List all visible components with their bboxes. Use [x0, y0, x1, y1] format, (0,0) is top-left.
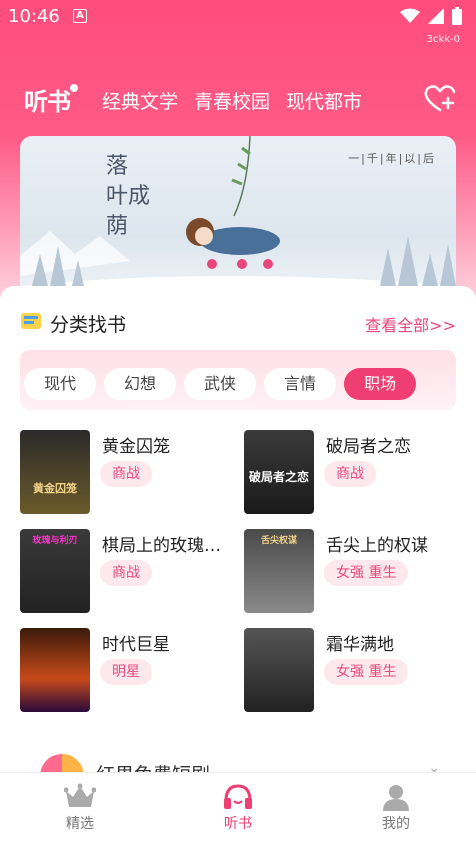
headphones-icon: [224, 784, 252, 809]
book-cover: 舌尖权谋: [244, 529, 314, 613]
book-item[interactable]: 舌尖权谋 舌尖上的权谋 女强 重生: [244, 529, 454, 613]
banner-title-line: 荫: [106, 214, 129, 239]
book-cover: 玫瑰与利刃: [20, 529, 90, 613]
bottom-nav-audiobooks[interactable]: 听书: [198, 783, 278, 833]
cover-title: 黄金囚笼: [33, 482, 77, 495]
book-tag[interactable]: 女强 重生: [324, 560, 409, 586]
user-icon: [383, 785, 409, 811]
book-cover: 黄金囚笼: [20, 430, 90, 514]
banner-subtitle: 一|千|年|以|后: [348, 152, 436, 165]
book-item[interactable]: 破局者之恋 破局者之恋 商战: [244, 430, 454, 514]
book-item[interactable]: 时代巨星 明星: [20, 628, 230, 712]
notification-app-icon: A: [73, 9, 87, 23]
nav-tabs: 经典文学 青春校园 现代都市: [102, 87, 362, 114]
genre-chip-workplace[interactable]: 职场: [344, 368, 417, 400]
book-title: 霜华满地: [326, 635, 394, 655]
banner-title: 落 叶成 荫: [106, 152, 166, 242]
view-all-link[interactable]: 查看全部>>: [365, 312, 456, 336]
bottom-nav-label: 听书: [224, 816, 252, 832]
cover-title: 破局者之恋: [248, 470, 309, 484]
book-item[interactable]: 黄金囚笼 黄金囚笼 商战: [20, 430, 230, 514]
bottom-nav-label: 我的: [382, 816, 410, 832]
genre-chip-romance[interactable]: 言情: [264, 368, 337, 400]
book-title: 舌尖上的权谋: [326, 536, 428, 556]
book-tag[interactable]: 明星: [100, 659, 152, 685]
banner-title-line: 叶成: [106, 184, 151, 209]
status-bar: 10:46 A 3ckk-0: [0, 0, 476, 45]
bottom-nav: 精选 听书 我的: [0, 772, 476, 846]
book-item[interactable]: 玫瑰与利刃 棋局上的玫瑰… 商战: [20, 529, 230, 613]
book-tag[interactable]: 商战: [324, 461, 376, 487]
book-cover: [244, 628, 314, 712]
crown-icon: [64, 783, 96, 807]
cover-title: 舌尖权谋: [260, 536, 297, 546]
build-tag: 3ckk-0: [426, 34, 460, 45]
top-nav: 听书 经典文学 青春校园 现代都市: [0, 78, 476, 122]
promo-banner[interactable]: 落 叶成 荫 一|千|年|以|后: [20, 136, 456, 306]
book-title: 时代巨星: [102, 635, 170, 655]
book-title: 破局者之恋: [326, 437, 411, 457]
battery-icon: [452, 7, 462, 25]
book-tag[interactable]: 商战: [100, 560, 152, 586]
genre-chips: 现代 幻想 武侠 言情 职场: [24, 368, 417, 400]
logo-dot: [70, 84, 78, 92]
book-cover: 破局者之恋: [244, 430, 314, 514]
status-icons: [400, 7, 462, 25]
tab-youth-campus[interactable]: 青春校园: [194, 87, 270, 114]
tab-classic-literature[interactable]: 经典文学: [102, 87, 178, 114]
status-time: 10:46: [8, 6, 60, 27]
banner-title-line: 落: [106, 154, 129, 179]
book-cover: [20, 628, 90, 712]
genre-chip-modern[interactable]: 现代: [24, 368, 97, 400]
genre-chip-fantasy[interactable]: 幻想: [104, 368, 177, 400]
book-category-icon: [21, 313, 41, 329]
cover-title: 玫瑰与利刃: [32, 536, 78, 546]
bottom-nav-profile[interactable]: 我的: [356, 783, 436, 833]
book-tag[interactable]: 商战: [100, 461, 152, 487]
app-logo: 听书: [24, 87, 71, 116]
bottom-nav-featured[interactable]: 精选: [40, 783, 120, 833]
book-title: 棋局上的玫瑰…: [102, 536, 221, 556]
genre-chip-wuxia[interactable]: 武侠: [184, 368, 257, 400]
book-title: 黄金囚笼: [102, 437, 170, 457]
category-header: 分类找书 查看全部>>: [20, 310, 456, 336]
book-tag[interactable]: 女强 重生: [324, 659, 409, 685]
favorite-add-icon[interactable]: [424, 84, 456, 112]
signal-icon: [428, 8, 444, 24]
book-item[interactable]: 霜华满地 女强 重生: [244, 628, 454, 712]
bottom-nav-label: 精选: [66, 816, 94, 832]
wifi-icon: [400, 8, 420, 23]
main-content: 分类找书 查看全部>> 现代 幻想 武侠 言情 职场 黄金囚笼 黄金囚笼 商战 …: [0, 286, 476, 846]
category-title: 分类找书: [50, 314, 127, 336]
tab-modern-city[interactable]: 现代都市: [286, 87, 362, 114]
